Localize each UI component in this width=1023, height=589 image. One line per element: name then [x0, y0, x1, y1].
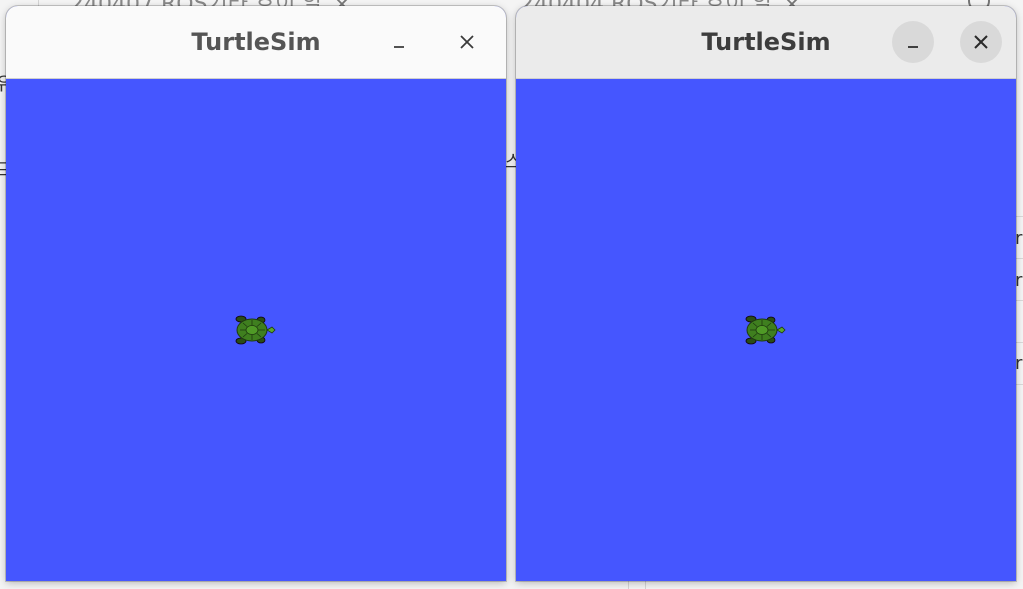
minimize-icon [908, 46, 918, 48]
window-titlebar[interactable]: TurtleSim [516, 6, 1016, 79]
background-text-fragment: r [1015, 228, 1023, 249]
background-text-fragment: r [1015, 353, 1023, 374]
background-divider [645, 580, 646, 589]
window-title: TurtleSim [191, 28, 321, 56]
window-titlebar[interactable]: TurtleSim [6, 6, 506, 79]
turtle-canvas[interactable] [516, 79, 1016, 581]
background-divider [628, 580, 629, 589]
close-button[interactable] [446, 21, 488, 63]
minimize-icon [394, 46, 404, 48]
minimize-button[interactable] [892, 21, 934, 63]
turtlesim-window[interactable]: TurtleSim [6, 6, 506, 581]
turtle-icon [235, 315, 276, 345]
turtle-icon [745, 315, 786, 345]
minimize-button[interactable] [378, 21, 420, 63]
turtlesim-window[interactable]: TurtleSim [516, 6, 1016, 581]
close-icon [974, 35, 988, 49]
close-button[interactable] [960, 21, 1002, 63]
turtle-canvas[interactable] [6, 79, 506, 581]
background-text-fragment: r [1015, 270, 1023, 291]
window-title: TurtleSim [701, 28, 831, 56]
close-icon [460, 35, 474, 49]
desktop: 240407 ROS기타 호이 알× 240404 ROS기타 호이 알× 유 … [0, 0, 1023, 589]
